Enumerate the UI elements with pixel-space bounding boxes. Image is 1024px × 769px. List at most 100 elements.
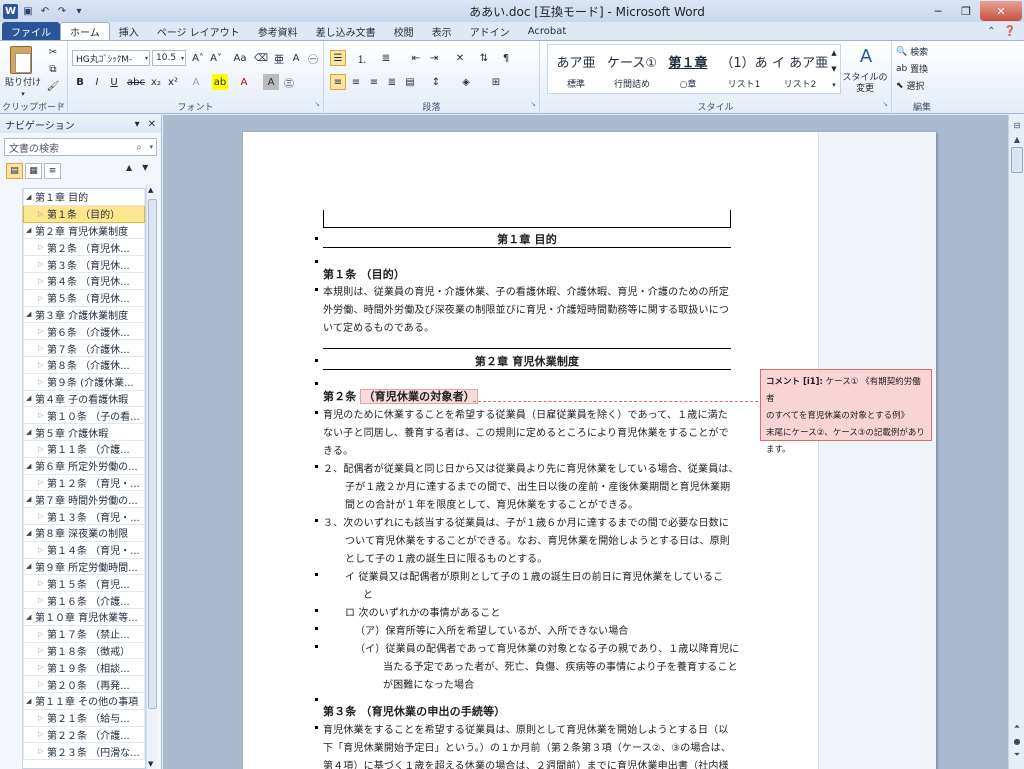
bold-icon[interactable]: B [72, 74, 88, 90]
nav-scrollbar[interactable]: ▲ ▼ [146, 185, 157, 769]
borders-icon[interactable]: ⊞ [488, 74, 504, 90]
expand-triangle-icon[interactable]: ▷ [38, 260, 47, 268]
expand-triangle-icon[interactable]: ▷ [38, 277, 47, 285]
nav-chapter-item[interactable]: ◢ 第７章 時間外労働の... [23, 491, 145, 509]
collapse-triangle-icon[interactable]: ◢ [26, 193, 35, 201]
style-normal[interactable]: あア亜 標準 [548, 45, 604, 93]
nav-article-item[interactable]: ▷ 第１５条 （育児... [23, 575, 145, 593]
nav-chapter-item[interactable]: ◢ 第１章 目的 [23, 189, 145, 206]
collapse-triangle-icon[interactable]: ◢ [26, 697, 35, 705]
nav-article-item[interactable]: ▷ 第１９条 （相談... [23, 659, 145, 677]
style-chapter[interactable]: 第１章 ○章 [660, 45, 716, 93]
character-border-icon[interactable]: A [288, 50, 304, 66]
distributed-icon[interactable]: ▤ [402, 74, 418, 90]
redo-icon[interactable]: ↷ [55, 4, 69, 18]
collapse-triangle-icon[interactable]: ◢ [26, 562, 35, 570]
help-icon[interactable]: ❓ [1004, 26, 1016, 37]
align-center-icon[interactable]: ≡ [348, 74, 364, 90]
paste-icon[interactable] [10, 46, 32, 74]
minimize-ribbon-icon[interactable]: ⌃ [987, 26, 995, 37]
change-styles-button[interactable]: スタイルの変更 [842, 71, 888, 97]
previous-heading-icon[interactable]: ▲ [126, 163, 132, 172]
select-button[interactable]: ⬉ 選択 [896, 78, 946, 93]
strikethrough-icon[interactable]: abc [127, 74, 145, 90]
search-dropdown-icon[interactable]: ▾ [149, 143, 153, 151]
nav-article-item[interactable]: ▷ 第１０条 （子の看... [23, 407, 145, 425]
enclose-characters-icon[interactable]: ㊀ [305, 50, 321, 66]
tab-file[interactable]: ファイル [2, 22, 60, 40]
styles-scroll-down-icon[interactable]: ▼ [828, 61, 840, 77]
clipboard-launcher-icon[interactable]: ↘ [58, 100, 64, 108]
expand-triangle-icon[interactable]: ▷ [38, 361, 47, 369]
nav-article-item[interactable]: ▷ 第１１条 （介護... [23, 440, 145, 458]
undo-icon[interactable]: ↶ [38, 4, 52, 18]
expand-triangle-icon[interactable]: ▷ [38, 411, 47, 419]
show-marks-icon[interactable]: ¶ [498, 50, 514, 66]
expand-triangle-icon[interactable]: ▷ [38, 747, 47, 755]
nav-article-item[interactable]: ▷ 第１６条 （介護... [23, 592, 145, 609]
find-button[interactable]: 🔍 検索 [896, 44, 946, 59]
nav-article-item[interactable]: ▷ 第２２条 （介護... [23, 726, 145, 744]
tab-addins[interactable]: アドイン [461, 22, 519, 40]
nav-article-item[interactable]: ▷ 第１４条 （育児・... [23, 541, 145, 559]
commented-text[interactable]: （育児休業の対象者） [360, 389, 478, 404]
nav-article-item[interactable]: ▷ 第１条 （目的） [23, 205, 145, 223]
minimize-icon[interactable]: ─ [924, 1, 952, 21]
paragraph-launcher-icon[interactable]: ↘ [530, 100, 536, 108]
tab-mailings[interactable]: 差し込み文書 [307, 22, 385, 40]
nav-article-item[interactable]: ▷ 第９条 (介護休業... [23, 373, 145, 391]
collapse-triangle-icon[interactable]: ◢ [26, 529, 35, 537]
scroll-up-icon[interactable]: ▲ [1011, 133, 1023, 145]
nav-article-item[interactable]: ▷ 第２条 （育児休... [23, 239, 145, 257]
previous-page-icon[interactable]: ⏶ [1011, 721, 1023, 733]
styles-launcher-icon[interactable]: ↘ [882, 100, 888, 108]
expand-triangle-icon[interactable]: ▷ [38, 630, 47, 638]
replace-button[interactable]: ab 置換 [896, 61, 946, 76]
nav-chapter-item[interactable]: ◢ 第９章 所定労働時間... [23, 558, 145, 576]
style-list1[interactable]: （1）あ リスト1 [716, 45, 772, 93]
paste-button[interactable]: 貼り付け [2, 74, 44, 88]
collapse-triangle-icon[interactable]: ◢ [26, 310, 35, 318]
nav-article-item[interactable]: ▷ 第１２条 （育児・... [23, 474, 145, 492]
tab-references[interactable]: 参考資料 [249, 22, 307, 40]
style-no-spacing[interactable]: ケース① 行間詰め [604, 45, 660, 93]
nav-chapter-item[interactable]: ◢ 第６章 所定外労働の... [23, 457, 145, 475]
nav-article-item[interactable]: ▷ 第７条 （介護休... [23, 340, 145, 357]
font-size-dropdown-icon[interactable]: ▾ [181, 55, 184, 62]
expand-triangle-icon[interactable]: ▷ [38, 546, 47, 554]
phonetic-guide-icon[interactable]: 亜 [271, 50, 287, 66]
nav-article-item[interactable]: ▷ 第１３条 （育児・... [23, 508, 145, 525]
expand-triangle-icon[interactable]: ▷ [38, 663, 47, 671]
collapse-triangle-icon[interactable]: ◢ [26, 613, 35, 621]
font-launcher-icon[interactable]: ↘ [314, 100, 320, 108]
change-styles-icon[interactable]: A [846, 45, 886, 67]
expand-triangle-icon[interactable]: ▷ [38, 596, 47, 604]
expand-triangle-icon[interactable]: ▷ [38, 327, 47, 335]
italic-icon[interactable]: I [89, 74, 105, 90]
document-search-input[interactable]: 文書の検索 ⌕ ▾ [4, 138, 157, 156]
clear-format-icon[interactable]: ⌫ [253, 50, 269, 66]
pane-close-icon[interactable]: ✕ [148, 119, 156, 130]
underline-icon[interactable]: U [106, 74, 122, 90]
tab-home[interactable]: ホーム [60, 22, 110, 40]
font-size-box[interactable]: 10.5 ▾ [152, 50, 186, 66]
nav-chapter-item[interactable]: ◢ 第１０章 育児休業等... [23, 608, 145, 626]
multilevel-list-icon[interactable]: ≣ [378, 50, 394, 66]
increase-indent-icon[interactable]: ⇥ [426, 50, 442, 66]
restore-icon[interactable]: ❐ [952, 1, 980, 21]
change-case-icon[interactable]: Aa [232, 50, 248, 66]
nav-article-item[interactable]: ▷ 第２３条 （円滑な... [23, 743, 145, 761]
expand-triangle-icon[interactable]: ▷ [38, 445, 47, 453]
character-shading-icon[interactable]: A [263, 74, 279, 90]
shading-icon[interactable]: ◈ [458, 74, 474, 90]
nav-article-item[interactable]: ▷ 第３条 （育児休... [23, 256, 145, 273]
expand-triangle-icon[interactable]: ▷ [38, 730, 47, 738]
paste-dropdown-icon[interactable]: ▾ [17, 89, 29, 99]
tab-acrobat[interactable]: Acrobat [519, 22, 576, 40]
style-list2[interactable]: イ あア亜 リスト2 [772, 45, 828, 93]
highlight-icon[interactable]: ab [212, 74, 228, 90]
tab-insert[interactable]: 挿入 [110, 22, 148, 40]
align-right-icon[interactable]: ≡ [366, 74, 382, 90]
styles-more-icon[interactable]: ▾ [828, 77, 840, 93]
expand-triangle-icon[interactable]: ▷ [38, 579, 47, 587]
